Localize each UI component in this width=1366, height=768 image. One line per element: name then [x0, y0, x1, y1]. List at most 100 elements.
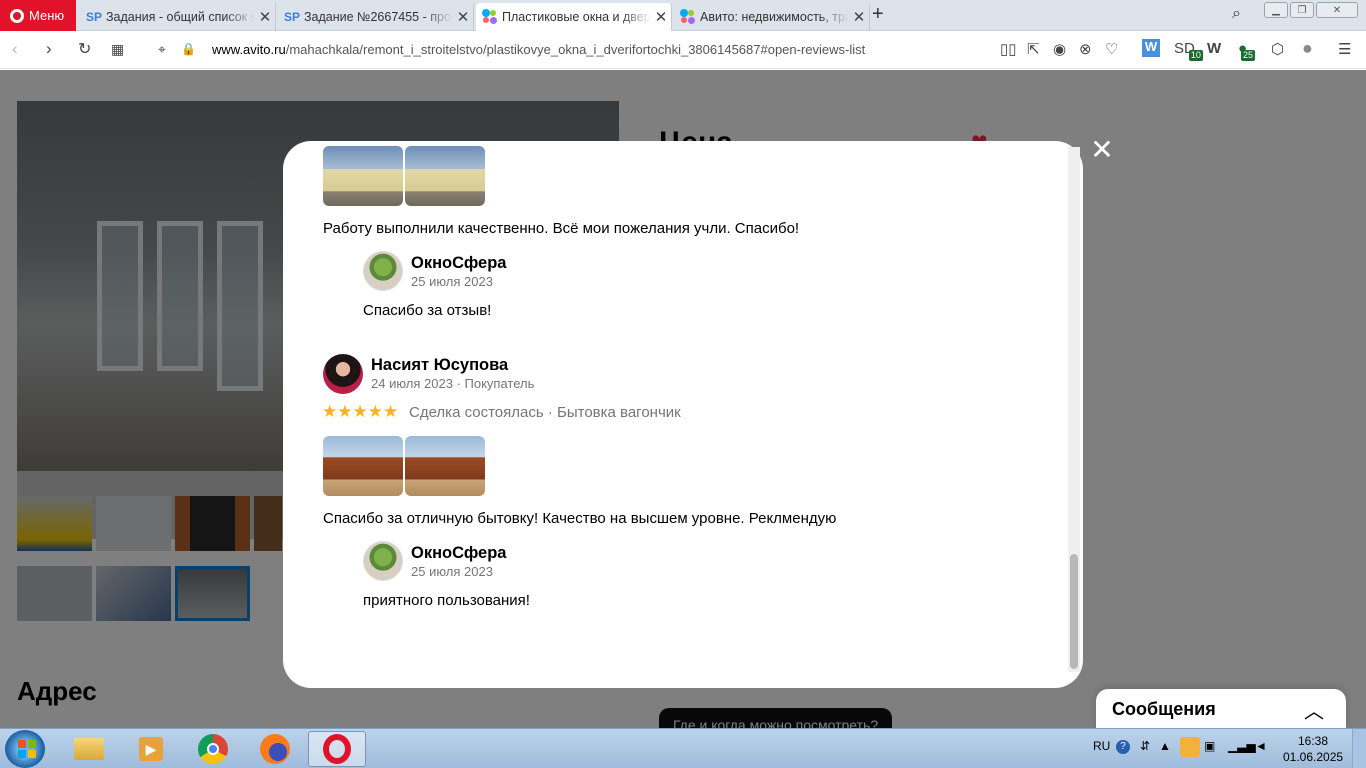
- tab-title: Задание №2667455 - прос: [304, 10, 453, 24]
- maximize-icon[interactable]: ❐: [1290, 2, 1314, 18]
- firefox-icon: [260, 734, 290, 764]
- media-player-icon: ▶: [139, 737, 163, 761]
- minimize-icon[interactable]: ▁: [1264, 2, 1288, 18]
- show-desktop-button[interactable]: [1352, 729, 1366, 768]
- opera-icon: [323, 734, 351, 764]
- reviews-modal: Работу выполнили качественно. Всё мои по…: [283, 141, 1083, 688]
- word-extension-icon[interactable]: W: [1142, 39, 1160, 57]
- seller-name: ОкноСфера: [411, 544, 507, 562]
- easy-setup-menu-icon[interactable]: ☰: [1338, 40, 1351, 58]
- review-text: Работу выполнили качественно. Всё мои по…: [323, 220, 800, 237]
- chevron-up-icon[interactable]: ︿: [1304, 695, 1324, 724]
- window-close-icon[interactable]: ✕: [1316, 2, 1358, 18]
- review-photo[interactable]: [405, 146, 485, 206]
- windows-logo-icon: [18, 740, 36, 758]
- volume-icon[interactable]: ◄: [1255, 739, 1267, 753]
- snapshot-camera-icon[interactable]: ◉: [1053, 40, 1066, 58]
- reply-date: 25 июля 2023: [411, 274, 493, 289]
- address-bar: ‹ › ↻ ▦ ⌖ 🔒 www.avito.ru/mahachkala/remo…: [0, 31, 1366, 69]
- forward-arrow-icon[interactable]: ›: [46, 39, 52, 59]
- tab-title: Пластиковые окна и двер: [502, 10, 651, 24]
- reply-text: Спасибо за отзыв!: [363, 302, 492, 319]
- tab-avito-home[interactable]: Авито: недвижимость, тра ✕: [674, 3, 870, 31]
- profile-avatar-icon[interactable]: ●: [1302, 38, 1313, 59]
- help-icon[interactable]: ?: [1116, 740, 1130, 754]
- chrome-icon: [198, 734, 228, 764]
- avito-favicon-icon: [482, 9, 498, 25]
- bookmark-heart-icon[interactable]: ♡: [1105, 40, 1118, 58]
- tray-app-icon[interactable]: [1180, 737, 1200, 757]
- tray-device-icon[interactable]: ▣: [1204, 739, 1215, 753]
- back-arrow-icon[interactable]: ‹: [12, 39, 18, 59]
- windows-taskbar: ▶ RU ? ⇵ ▲ ▣ ▁▃▅ ◄ 16:38 01.06.2025: [0, 728, 1366, 768]
- tab-title: Задания - общий список s: [106, 10, 255, 24]
- lock-icon[interactable]: 🔒: [181, 42, 196, 56]
- network-signal-icon[interactable]: ▁▃▅: [1228, 739, 1256, 753]
- clock-time: 16:38: [1297, 734, 1329, 748]
- review-photo[interactable]: [323, 146, 403, 206]
- opera-logo-icon: [10, 8, 24, 23]
- avito-favicon-icon: [680, 9, 696, 25]
- tab-search-icon[interactable]: ⌕: [1232, 5, 1241, 23]
- folder-icon: [74, 738, 104, 760]
- messages-label: Сообщения: [1112, 699, 1216, 719]
- tab-tasks-list[interactable]: SP Задания - общий список s ✕: [80, 3, 276, 31]
- adblock-icon[interactable]: ⊗: [1079, 40, 1092, 58]
- tab-plastic-windows[interactable]: Пластиковые окна и двер ✕: [476, 3, 672, 31]
- reload-icon[interactable]: ↻: [78, 39, 91, 59]
- tray-expand-icon[interactable]: ▲: [1159, 739, 1171, 753]
- url-path: /mahachkala/remont_i_stroitelstvo/plasti…: [285, 42, 866, 57]
- explorer-taskbar-button[interactable]: [60, 731, 118, 767]
- url-input[interactable]: www.avito.ru/mahachkala/remont_i_stroite…: [212, 42, 865, 57]
- extensions-cube-icon[interactable]: ⬡: [1271, 40, 1284, 58]
- modal-close-icon[interactable]: ✕: [1090, 136, 1114, 164]
- window-controls: ▁ ❐ ✕: [1264, 2, 1358, 18]
- new-tab-plus-icon[interactable]: +: [872, 3, 884, 26]
- menu-label: Меню: [29, 8, 65, 23]
- reviewer-avatar: [323, 354, 363, 394]
- tab-close-icon[interactable]: ✕: [255, 8, 275, 26]
- media-player-taskbar-button[interactable]: ▶: [122, 731, 180, 767]
- modal-scrollbar-thumb[interactable]: [1070, 554, 1078, 669]
- reply-date: 25 июля 2023: [411, 564, 493, 579]
- extension-badge: 25: [1241, 50, 1256, 61]
- review-photo[interactable]: [323, 436, 403, 496]
- review-meta: 24 июля 2023 · Покупатель: [371, 376, 535, 391]
- review-text: Спасибо за отличную бытовку! Качество на…: [323, 510, 837, 527]
- chrome-taskbar-button[interactable]: [184, 731, 242, 767]
- reviewer-name: Насият Юсупова: [371, 356, 509, 374]
- tab-title: Авито: недвижимость, тра: [700, 10, 849, 24]
- firefox-taskbar-button[interactable]: [246, 731, 304, 767]
- keyboard-layout-icon[interactable]: ⇵: [1140, 739, 1150, 753]
- extension-sd-icon[interactable]: SD 10: [1174, 40, 1203, 61]
- reply-text: приятного пользования!: [363, 592, 530, 609]
- tab-close-icon[interactable]: ✕: [453, 8, 473, 26]
- tab-close-icon[interactable]: ✕: [651, 8, 671, 26]
- system-clock[interactable]: 16:38 01.06.2025: [1283, 733, 1343, 765]
- share-icon[interactable]: ⇱: [1027, 40, 1040, 58]
- wikipedia-extension-icon[interactable]: W: [1207, 40, 1221, 57]
- extension-badge: 10: [1188, 50, 1203, 61]
- tab-close-icon[interactable]: ✕: [849, 8, 869, 26]
- browser-tab-strip: Меню SP Задания - общий список s ✕ SP За…: [0, 0, 1366, 31]
- opera-taskbar-button[interactable]: [308, 731, 366, 767]
- extension-green-icon[interactable]: ● 25: [1238, 40, 1256, 61]
- clock-date: 01.06.2025: [1283, 750, 1344, 764]
- sp-favicon-icon: SP: [86, 10, 103, 24]
- seller-avatar: [363, 251, 403, 291]
- tab-task-2667455[interactable]: SP Задание №2667455 - прос ✕: [278, 3, 474, 31]
- review-photo[interactable]: [405, 436, 485, 496]
- deal-status: Сделка состоялась · Бытовка вагончик: [409, 404, 681, 421]
- url-domain: www.avito.ru: [212, 42, 286, 57]
- seller-avatar: [363, 541, 403, 581]
- language-indicator[interactable]: RU: [1093, 739, 1110, 753]
- modal-scrollbar[interactable]: [1068, 147, 1080, 672]
- location-pin-icon[interactable]: ⌖: [158, 41, 166, 58]
- reader-mode-icon[interactable]: ▯▯: [1000, 40, 1017, 58]
- messages-widget[interactable]: Сообщения ︿: [1096, 689, 1346, 729]
- opera-menu-button[interactable]: Меню: [0, 0, 76, 31]
- start-button[interactable]: [5, 730, 45, 768]
- rating-stars: ★★★★★: [322, 402, 399, 421]
- speed-dial-grid-icon[interactable]: ▦: [111, 41, 124, 58]
- sp-favicon-icon: SP: [284, 10, 301, 24]
